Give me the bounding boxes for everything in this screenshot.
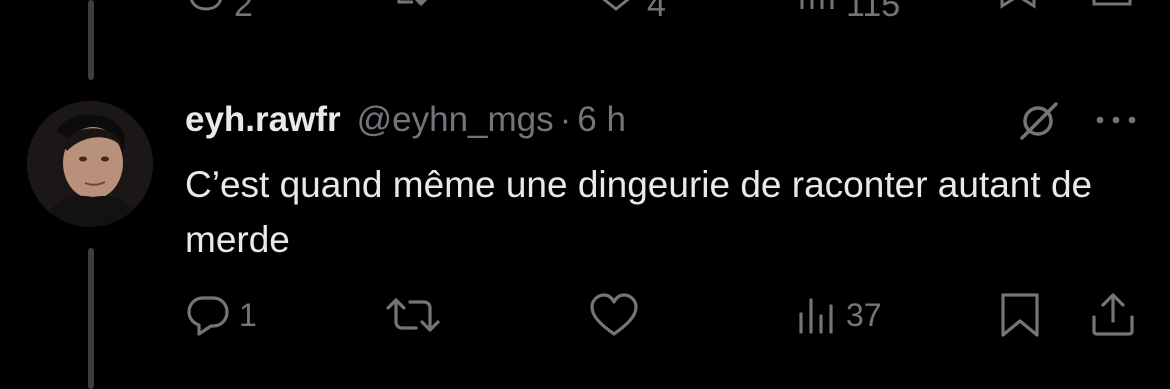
share-icon (1092, 0, 1132, 6)
grok-icon[interactable] (1016, 98, 1060, 142)
retweet-button[interactable] (384, 290, 442, 340)
bookmark-icon (1001, 293, 1039, 337)
display-name[interactable]: eyh.rawfr (185, 100, 341, 140)
bookmark-button[interactable] (997, 290, 1043, 340)
avatar-image (27, 101, 153, 227)
previous-like-button[interactable]: 4 (593, 0, 666, 25)
like-button[interactable] (588, 290, 640, 340)
retweet-icon (397, 0, 428, 7)
retweet-icon (386, 298, 440, 332)
view-count: 37 (846, 296, 882, 333)
avatar[interactable] (27, 101, 153, 227)
timestamp[interactable]: 6 h (577, 100, 626, 140)
reply-icon (187, 296, 229, 336)
previous-reply-button[interactable]: 2 (186, 0, 253, 25)
views-icon (800, 0, 834, 9)
tweet-header: eyh.rawfr @eyhn_mgs · 6 h (185, 98, 626, 142)
previous-like-count: 4 (647, 0, 666, 24)
tweet-text: C’est quand même une dingeurie de racont… (185, 164, 1093, 260)
reply-count: 1 (239, 296, 257, 333)
views-icon (799, 298, 833, 334)
bookmark-icon (1000, 0, 1036, 9)
separator-dot: · (559, 100, 572, 139)
reply-button[interactable]: 1 (185, 290, 257, 340)
heart-icon (590, 293, 638, 336)
reply-icon (190, 0, 222, 11)
user-handle[interactable]: @eyhn_mgs (357, 100, 554, 140)
thread-line-top (88, 0, 94, 80)
previous-tweet-actions: 2 4 115 (0, 0, 1170, 24)
previous-bookmark-button[interactable] (998, 0, 1038, 20)
previous-views-button[interactable]: 115 (798, 0, 900, 25)
previous-view-count: 115 (846, 0, 901, 24)
previous-share-button[interactable] (1090, 0, 1134, 20)
share-button[interactable] (1088, 290, 1138, 340)
share-icon (1092, 293, 1134, 336)
previous-retweet-button[interactable] (395, 0, 439, 20)
previous-reply-count: 2 (234, 0, 253, 24)
more-icon[interactable] (1092, 108, 1140, 132)
views-button[interactable]: 37 (796, 290, 882, 340)
thread-line-bottom (88, 248, 94, 389)
heart-icon (602, 0, 630, 11)
